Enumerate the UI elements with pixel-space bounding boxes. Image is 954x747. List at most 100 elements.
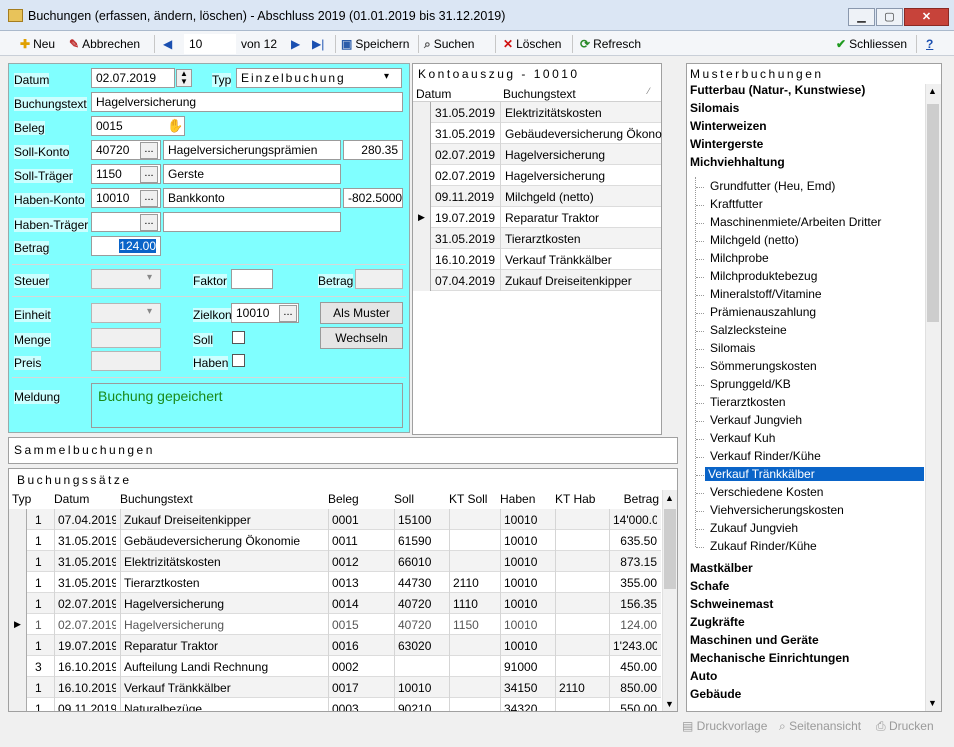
table-row[interactable]: 3 16.10.2019 Aufteilung Landi Rechnung 0002… xyxy=(9,656,661,677)
record-number-input[interactable]: 10 xyxy=(184,34,236,54)
grid-col-header[interactable]: Beleg xyxy=(328,492,392,506)
haben-checkbox[interactable] xyxy=(232,354,245,367)
date-spinner-icon[interactable]: ▲ ▼ xyxy=(176,69,192,87)
close-window-button[interactable]: ✔ Schliessen xyxy=(836,35,907,53)
table-row[interactable]: 1 07.04.2019 Zukauf Dreiseitenkipper 0001 15… xyxy=(9,509,661,530)
tree-category[interactable]: Auto xyxy=(690,669,717,683)
save-button[interactable]: ▣ Speichern xyxy=(341,35,409,53)
delete-button[interactable]: ✕ Löschen xyxy=(503,35,561,53)
grid-col-header[interactable]: Haben xyxy=(500,492,553,506)
close-button[interactable]: ✕ xyxy=(904,8,949,26)
tree-item[interactable]: Milchproduktebezug xyxy=(710,269,817,283)
tree-category[interactable]: Zugkräfte xyxy=(690,615,745,629)
tree-item[interactable]: Verkauf Kuh xyxy=(710,431,775,445)
tree-item[interactable]: Zukauf Jungvieh xyxy=(710,521,798,535)
table-row[interactable]: 1 31.05.2019 Gebäudeversicherung Ökonomie 0… xyxy=(9,530,661,551)
konto-row[interactable]: 02.07.2019 Hagelversicherung xyxy=(413,144,661,165)
tree-category[interactable]: Gebäude xyxy=(690,687,741,701)
prev-record-icon[interactable]: ◀ xyxy=(163,35,172,53)
haben-traeger-browse-button[interactable]: ... xyxy=(140,214,158,231)
konto-row[interactable]: 07.04.2019 Zukauf Dreiseitenkipper xyxy=(413,270,661,291)
tree-category[interactable]: Mechanische Einrichtungen xyxy=(690,651,849,665)
tree-category[interactable]: Michviehhaltung xyxy=(690,155,785,169)
konto-row[interactable]: 31.05.2019 Gebäudeversicherung Ökono xyxy=(413,123,662,144)
grid-col-header[interactable]: Soll xyxy=(394,492,447,506)
search-button[interactable]: ⌕ Suchen xyxy=(424,35,474,53)
seitenansicht-button[interactable]: ⌕ Seitenansicht xyxy=(779,719,861,734)
grid-col-header[interactable]: Betrag xyxy=(609,492,659,506)
table-row[interactable]: 1 02.07.2019 Hagelversicherung 0014 40720 111… xyxy=(9,593,661,614)
tree-item[interactable]: Sprunggeld/KB xyxy=(710,377,791,391)
help-button[interactable]: ? xyxy=(926,35,933,53)
konto-row[interactable]: 31.05.2019 Tierarztkosten xyxy=(413,228,661,249)
saetze-scroll-thumb[interactable] xyxy=(664,509,676,589)
table-row[interactable]: 1 19.07.2019 Reparatur Traktor 0016 63020 100… xyxy=(9,635,661,656)
col-buchungstext-header[interactable]: Buchungstext xyxy=(503,87,576,101)
soll-konto-browse-button[interactable]: ... xyxy=(140,142,158,159)
tree-item[interactable]: Tierarztkosten xyxy=(710,395,786,409)
table-row[interactable]: 1 09.11.2019 Naturalbezüge 0003 90210 34320 55… xyxy=(9,698,661,711)
refresh-button[interactable]: ⟳ Refresch xyxy=(580,35,641,53)
wechseln-button[interactable]: Wechseln xyxy=(320,327,403,349)
beleg-picker-icon[interactable]: ✋ xyxy=(167,118,183,134)
scroll-down-icon[interactable]: ▼ xyxy=(665,699,674,709)
betrag-field[interactable]: 124.00 xyxy=(91,236,161,256)
tree-item[interactable]: Verschiedene Kosten xyxy=(710,485,823,499)
drucken-button[interactable]: ⎙ Drucken xyxy=(876,719,934,734)
tree-item[interactable]: Mineralstoff/Vitamine xyxy=(710,287,822,301)
konto-row[interactable]: ▶ 19.07.2019 Reparatur Traktor xyxy=(413,207,661,228)
soll-checkbox[interactable] xyxy=(232,331,245,344)
tree-item[interactable]: Zukauf Rinder/Kühe xyxy=(710,539,817,553)
grid-col-header[interactable]: KT Hab xyxy=(555,492,607,506)
tree-item[interactable]: Prämienauszahlung xyxy=(710,305,816,319)
tree-category[interactable]: Maschinen und Geräte xyxy=(690,633,819,647)
grid-col-header[interactable]: Buchungstext xyxy=(120,492,326,506)
konto-row[interactable]: 16.10.2019 Verkauf Tränkkälber xyxy=(413,249,661,270)
tree-category[interactable]: Wintergerste xyxy=(690,137,763,151)
tree-item[interactable]: Maschinenmiete/Arbeiten Dritter xyxy=(710,215,881,229)
last-record-icon[interactable]: ▶| xyxy=(312,35,324,53)
tree-item[interactable]: Sömmerungskosten xyxy=(710,359,817,373)
zielkonto-browse-button[interactable]: ... xyxy=(279,305,297,322)
faktor-field[interactable] xyxy=(231,269,273,289)
table-row[interactable]: ▶ 1 02.07.2019 Hagelversicherung 0015 40720 11… xyxy=(9,614,661,635)
scroll-up-icon[interactable]: ▲ xyxy=(928,86,937,96)
konto-row[interactable]: 02.07.2019 Hagelversicherung xyxy=(413,165,661,186)
tree-category[interactable]: Schweinemast xyxy=(690,597,773,611)
konto-row[interactable]: 09.11.2019 Milchgeld (netto) xyxy=(413,186,661,207)
tree-item[interactable]: Viehversicherungskosten xyxy=(710,503,844,517)
tree-category[interactable]: Mastkälber xyxy=(690,561,753,575)
tree-item[interactable]: Salzlecksteine xyxy=(710,323,787,337)
table-row[interactable]: 1 16.10.2019 Verkauf Tränkkälber 0017 10010 3… xyxy=(9,677,661,698)
table-row[interactable]: 1 31.05.2019 Tierarztkosten 0013 44730 2110 10… xyxy=(9,572,661,593)
tree-item[interactable]: Milchprobe xyxy=(710,251,769,265)
tree-category[interactable]: Futterbau (Natur-, Kunstwiese) xyxy=(690,83,865,97)
scroll-up-icon[interactable]: ▲ xyxy=(665,493,674,503)
tree-item[interactable]: Verkauf Jungvieh xyxy=(710,413,802,427)
datum-field[interactable]: 02.07.2019 xyxy=(91,68,175,88)
minimize-button[interactable]: ▁ xyxy=(848,8,875,26)
cancel-button[interactable]: ✎ Abbrechen xyxy=(69,35,140,53)
tree-category[interactable]: Silomais xyxy=(690,101,739,115)
buchungstext-field[interactable]: Hagelversicherung xyxy=(91,92,403,112)
grid-col-header[interactable]: KT Soll xyxy=(449,492,498,506)
scroll-down-icon[interactable]: ▼ xyxy=(928,698,937,708)
tree-category[interactable]: Winterweizen xyxy=(690,119,767,133)
typ-select[interactable]: Einzelbuchung xyxy=(236,68,402,88)
tree-item[interactable]: Grundfutter (Heu, Emd) xyxy=(710,179,835,193)
table-row[interactable]: 1 31.05.2019 Elektrizitätskosten 0012 66010 1… xyxy=(9,551,661,572)
tree-category[interactable]: Schafe xyxy=(690,579,729,593)
druckvorlage-button[interactable]: ▤ Druckvorlage xyxy=(682,719,767,733)
grid-col-header[interactable]: Typ xyxy=(12,492,44,506)
tree-item[interactable]: Silomais xyxy=(710,341,755,355)
tree-item-selected[interactable]: Verkauf Tränkkälber xyxy=(705,467,924,481)
maximize-button[interactable]: ▢ xyxy=(876,8,903,26)
tree-item[interactable]: Verkauf Rinder/Kühe xyxy=(710,449,821,463)
col-datum-header[interactable]: Datum xyxy=(416,87,451,101)
tree-item[interactable]: Kraftfutter xyxy=(710,197,763,211)
next-record-icon[interactable]: ▶ xyxy=(291,35,300,53)
als-muster-button[interactable]: Als Muster xyxy=(320,302,403,324)
muster-scroll-thumb[interactable] xyxy=(927,104,939,322)
konto-row[interactable]: 31.05.2019 Elektrizitätskosten xyxy=(413,102,661,123)
tree-item[interactable]: Milchgeld (netto) xyxy=(710,233,799,247)
